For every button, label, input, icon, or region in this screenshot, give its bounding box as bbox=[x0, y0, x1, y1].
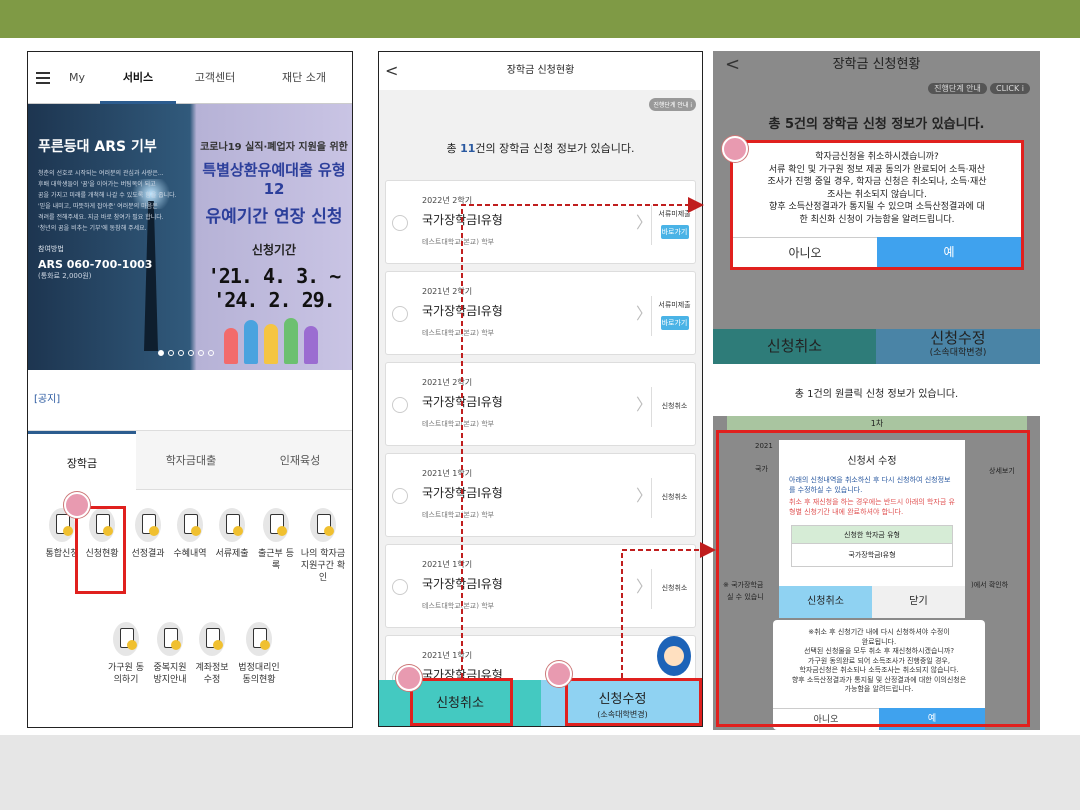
slide-footer bbox=[0, 735, 1080, 810]
flow-arrows bbox=[461, 197, 716, 678]
